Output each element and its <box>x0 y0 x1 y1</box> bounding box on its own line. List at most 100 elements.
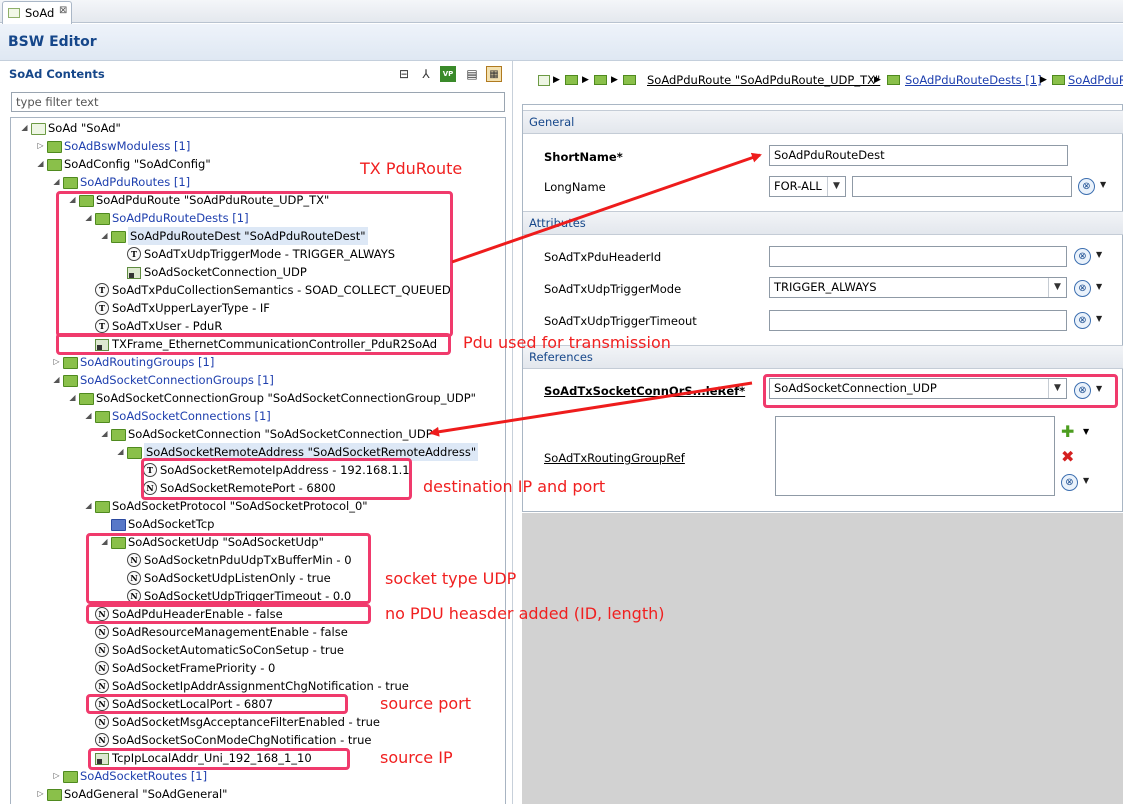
tab-soad[interactable]: SoAd ⊠ <box>2 1 72 24</box>
longname-label: LongName <box>544 180 606 194</box>
editor-tab-bar <box>0 0 1123 23</box>
add-icon[interactable]: ✚ <box>1061 422 1074 441</box>
table-icon[interactable]: ▦ <box>486 66 502 82</box>
chevron-down-icon[interactable]: ▼ <box>827 177 845 196</box>
filter-input[interactable] <box>11 92 505 112</box>
breadcrumb-next[interactable]: SoAdPduRou <box>1068 73 1123 87</box>
highlight-txframe <box>56 333 451 355</box>
longname-input[interactable] <box>852 176 1072 197</box>
vp-res-icon[interactable]: VP <box>440 66 456 82</box>
chevron-down-icon[interactable]: ▼ <box>1083 427 1089 436</box>
triggertimeout-label: SoAdTxUdpTriggerTimeout <box>544 314 697 328</box>
expanded-icon[interactable]: ◢ <box>82 497 95 515</box>
chevron-down-icon[interactable]: ▼ <box>1048 278 1066 297</box>
folder-icon[interactable] <box>594 75 607 85</box>
routinggroup-label[interactable]: SoAdTxRoutingGroupRef <box>544 451 685 465</box>
expanded-icon[interactable]: ◢ <box>98 425 111 443</box>
expanded-icon[interactable]: ◢ <box>114 443 127 461</box>
expanded-icon[interactable]: ◢ <box>34 155 47 173</box>
longname-action-button[interactable]: ⊗ ▼ <box>1078 177 1112 197</box>
shortname-input[interactable]: SoAdPduRouteDest <box>769 145 1068 166</box>
collapsed-icon[interactable]: ▷ <box>34 785 47 803</box>
annotation-tx-pduroute: TX PduRoute <box>360 159 463 178</box>
tree-row-socketconnections[interactable]: ◢ SoAdSocketConnections [1] <box>82 407 271 425</box>
annotation-source-ip: source IP <box>380 748 453 767</box>
tree-row-socketconnectiongroup[interactable]: ◢ SoAdSocketConnectionGroup "SoAdSocketCo… <box>66 389 476 407</box>
folder-icon[interactable] <box>887 75 900 85</box>
collapsed-icon[interactable]: ▷ <box>50 353 63 371</box>
chevron-down-icon[interactable]: ▼ <box>1083 476 1089 485</box>
highlight-local-port <box>86 694 348 714</box>
folder-icon <box>47 785 62 803</box>
hierarchy-icon[interactable]: ⅄ <box>418 66 434 82</box>
tree-row-ipaddrassignment[interactable]: SoAdSocketIpAddrAssignmentChgNotificatio… <box>95 677 409 695</box>
expanded-icon[interactable]: ◢ <box>18 119 31 137</box>
headerid-input[interactable] <box>769 246 1067 267</box>
tree-row-automaticsoconsetup[interactable]: SoAdSocketAutomaticSoConSetup - true <box>95 641 344 659</box>
number-param-icon <box>95 623 109 641</box>
chevron-down-icon[interactable]: ▼ <box>1096 250 1102 259</box>
annotation-no-header: no PDU heasder added (ID, length) <box>385 604 665 623</box>
expanded-icon[interactable]: ◢ <box>50 173 63 191</box>
editor-title: BSW Editor <box>8 34 97 50</box>
collapse-all-icon[interactable]: ⊟ <box>396 66 412 82</box>
tree-row-resourcemanagement[interactable]: SoAdResourceManagementEnable - false <box>95 623 348 641</box>
tree-row-socketconnectiongroups[interactable]: ◢ SoAdSocketConnectionGroups [1] <box>50 371 274 389</box>
highlight-socket-udp <box>86 533 371 604</box>
folder-icon <box>111 425 126 443</box>
connref-label[interactable]: SoAdTxSocketConnOrS...leRef* <box>544 384 745 398</box>
folder-icon <box>63 173 78 191</box>
breadcrumb-pduroutedests[interactable]: SoAdPduRouteDests [1] <box>905 73 1042 87</box>
breadcrumb-pduroute[interactable]: SoAdPduRoute "SoAdPduRoute_UDP_TX" <box>647 73 880 87</box>
folder-icon <box>111 515 126 533</box>
triggertimeout-input[interactable] <box>769 310 1067 331</box>
expanded-icon[interactable]: ◢ <box>66 389 79 407</box>
contents-toolbar: ⊟ ⅄ VP ▤ ▦ <box>396 66 506 84</box>
action-icon: ⊗ <box>1074 248 1091 265</box>
tree-row-soconmodechg[interactable]: SoAdSocketSoConModeChgNotification - tru… <box>95 731 371 749</box>
chevron-down-icon[interactable]: ▼ <box>1096 314 1102 323</box>
headerid-action-button[interactable]: ⊗ ▼ <box>1074 247 1108 267</box>
contents-title: SoAd Contents <box>9 67 105 81</box>
section-general: General <box>523 110 1123 134</box>
document-icon[interactable]: ▤ <box>464 66 480 82</box>
tree-row-soadgeneral[interactable]: ▷ SoAdGeneral "SoAdGeneral" <box>34 785 227 803</box>
tree-row-sockettcp[interactable]: SoAdSocketTcp <box>111 515 215 533</box>
chevron-right-icon: ▶ <box>1040 75 1047 85</box>
number-param-icon <box>95 713 109 731</box>
folder-icon <box>47 137 62 155</box>
routinggroup-action-button[interactable]: ⊗ ▼ <box>1061 473 1095 493</box>
bsw-editor-window: SoAd ⊠ BSW Editor SoAd Contents ⊟ ⅄ VP ▤… <box>0 0 1123 804</box>
action-icon: ⊗ <box>1078 178 1095 195</box>
folder-icon[interactable] <box>565 75 578 85</box>
delete-icon[interactable]: ✖ <box>1061 447 1074 466</box>
folder-icon <box>95 497 110 515</box>
close-icon[interactable]: ⊠ <box>59 5 67 16</box>
module-icon[interactable] <box>538 75 550 86</box>
chevron-down-icon[interactable]: ▼ <box>1100 180 1106 189</box>
editor-title-bar: BSW Editor <box>0 24 1123 61</box>
tree-row-framepriority[interactable]: SoAdSocketFramePriority - 0 <box>95 659 275 677</box>
routinggroup-list[interactable] <box>775 416 1055 496</box>
tree-row-msgacceptancefilter[interactable]: SoAdSocketMsgAcceptanceFilterEnabled - t… <box>95 713 380 731</box>
chevron-down-icon[interactable]: ▼ <box>1096 282 1102 291</box>
expanded-icon[interactable]: ◢ <box>82 407 95 425</box>
tree-row-soad[interactable]: ◢ SoAd "SoAd" <box>18 119 121 137</box>
tree-row-socketconnection[interactable]: ◢ SoAdSocketConnection "SoAdSocketConnect… <box>98 425 438 443</box>
chevron-right-icon: ▶ <box>874 75 881 85</box>
folder-icon[interactable] <box>1052 75 1065 85</box>
folder-icon <box>127 443 142 461</box>
tree-row-routinggroups[interactable]: ▷ SoAdRoutingGroups [1] <box>50 353 214 371</box>
expanded-icon[interactable]: ◢ <box>50 371 63 389</box>
tree-row-pduroutes[interactable]: ◢ SoAdPduRoutes [1] <box>50 173 190 191</box>
triggermode-action-button[interactable]: ⊗ ▼ <box>1074 279 1108 299</box>
folder-icon <box>79 389 94 407</box>
language-select[interactable]: FOR-ALL ▼ <box>769 176 846 197</box>
tree-row-soadconfig[interactable]: ◢ SoAdConfig "SoAdConfig" <box>34 155 211 173</box>
collapsed-icon[interactable]: ▷ <box>50 767 63 785</box>
triggermode-select[interactable]: TRIGGER_ALWAYS ▼ <box>769 277 1067 298</box>
collapsed-icon[interactable]: ▷ <box>34 137 47 155</box>
triggertimeout-action-button[interactable]: ⊗ ▼ <box>1074 311 1108 331</box>
tree-row-bswmodules[interactable]: ▷ SoAdBswModuless [1] <box>34 137 190 155</box>
folder-icon[interactable] <box>623 75 636 85</box>
